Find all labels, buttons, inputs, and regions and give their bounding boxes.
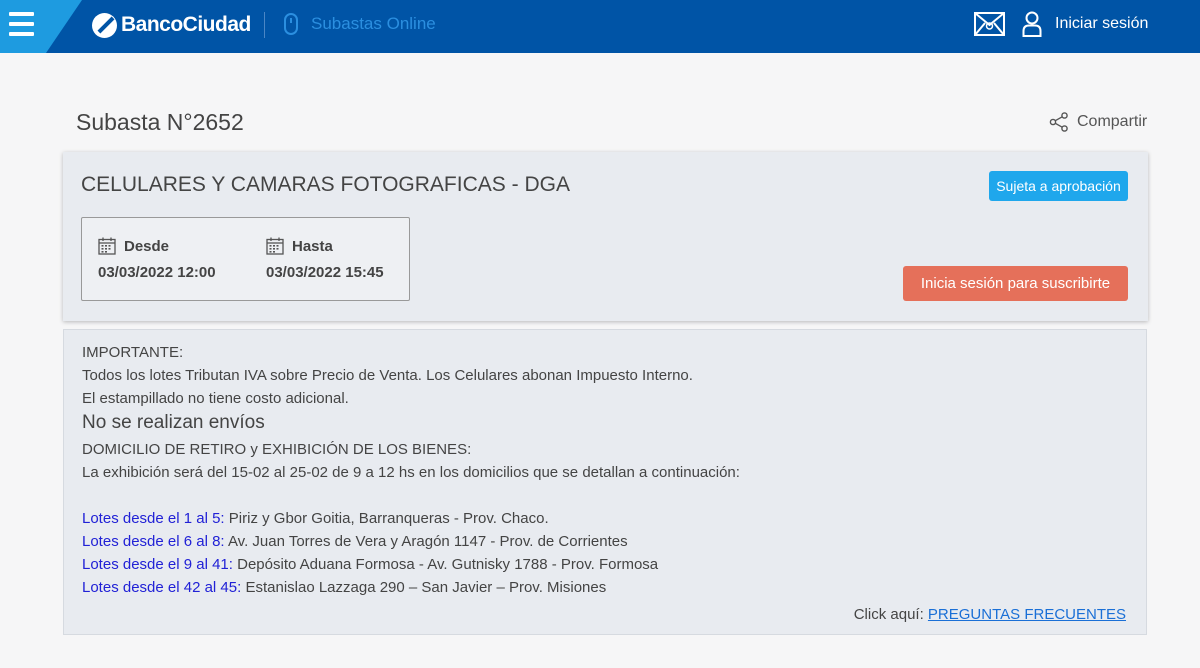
status-badge: Sujeta a aprobación [989,171,1128,201]
auction-card: CELULARES Y CAMARAS FOTOGRAFICAS - DGA S… [63,152,1148,321]
lot-item: Lotes desde el 1 al 5: Piriz y Gbor Goit… [82,507,1132,530]
subscribe-login-button[interactable]: Inicia sesión para suscribirte [903,266,1128,301]
lot-address: Estanislao Lazzaga 290 – San Javier – Pr… [241,579,607,596]
from-value: 03/03/2022 12:00 [98,264,216,281]
brand-name: BancoCiudad [121,13,251,36]
share-icon [1049,112,1068,132]
date-to: Hasta 03/03/2022 15:45 [266,236,384,281]
info-panel: IMPORTANTE: Todos los lotes Tributan IVA… [63,329,1147,635]
page-title: Subasta N°2652 [76,109,244,135]
exhibition-note: La exhibición será del 15-02 al 25-02 de… [82,464,740,481]
lot-item: Lotes desde el 6 al 8: Av. Juan Torres d… [82,530,1132,553]
to-value: 03/03/2022 15:45 [266,264,384,281]
user-icon[interactable] [1022,11,1042,37]
date-from: Desde 03/03/2022 12:00 [98,236,216,281]
faq-prefix: Click aquí: [853,606,928,623]
lot-item: Lotes desde el 42 al 45: Estanislao Lazz… [82,576,1132,599]
mail-icon[interactable] [974,12,1005,36]
dates-box: Desde 03/03/2022 12:00 Hasta 03/03/2022 … [81,217,410,301]
calendar-icon [98,237,116,255]
lot-address: Av. Juan Torres de Vera y Aragón 1147 - … [224,533,628,550]
from-label: Desde [124,237,170,255]
mouse-icon [284,13,298,35]
top-bar: BancoCiudad Subastas Online Iniciar sesi… [0,0,1200,53]
lot-item: Lotes desde el 9 al 41: Depósito Aduana … [82,553,1132,576]
menu-icon[interactable] [9,12,34,36]
lot-range: Lotes desde el 9 al 41: [82,556,233,573]
brand-logo[interactable]: BancoCiudad [92,9,251,41]
no-shipping-note: No se realizan envíos [82,412,265,433]
login-link[interactable]: Iniciar sesión [1055,15,1148,33]
bank-logo-icon [92,12,117,38]
header-divider [264,12,265,38]
share-button[interactable]: Compartir [1049,111,1147,133]
faq-link[interactable]: PREGUNTAS FRECUENTES [928,606,1126,623]
calendar-icon [266,237,284,255]
to-label: Hasta [292,237,333,255]
auction-title: CELULARES Y CAMARAS FOTOGRAFICAS - DGA [81,173,570,196]
lot-address: Piriz y Gbor Goitia, Barranqueras - Prov… [224,510,549,527]
share-label: Compartir [1077,113,1148,130]
lot-range: Lotes desde el 42 al 45: [82,579,242,596]
tax-note: Todos los lotes Tributan IVA sobre Preci… [82,367,693,384]
section-title[interactable]: Subastas Online [311,14,436,34]
faq-row: Click aquí: PREGUNTAS FRECUENTES [854,606,1126,623]
lot-address: Depósito Aduana Formosa - Av. Gutnisky 1… [232,556,659,573]
stamp-note: El estampillado no tiene costo adicional… [82,390,349,407]
lot-range: Lotes desde el 6 al 8: [82,533,225,550]
lot-range: Lotes desde el 1 al 5: [82,510,225,527]
important-heading: IMPORTANTE: [82,344,184,361]
pickup-heading: DOMICILIO DE RETIRO y EXHIBICIÓN DE LOS … [82,441,472,458]
